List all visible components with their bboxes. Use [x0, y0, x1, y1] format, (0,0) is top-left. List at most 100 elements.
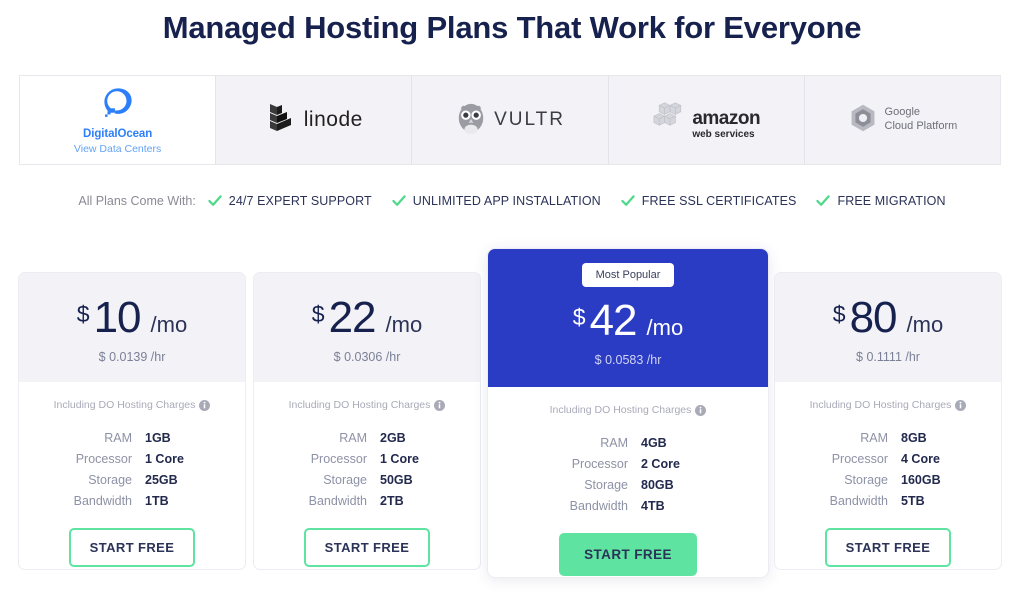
start-free-button[interactable]: START FREE [303, 528, 431, 567]
spec-row: RAM 2GB [298, 431, 436, 445]
card-body: Including DO Hosting Charges RAM 4GB Pro… [488, 387, 768, 576]
cta-wrapper: START FREE [254, 528, 480, 567]
spec-value: 2 Core [641, 457, 680, 471]
spec-row: Bandwidth 5TB [819, 494, 957, 508]
spec-row: Processor 4 Core [819, 452, 957, 466]
cta-wrapper: START FREE [19, 528, 245, 567]
spec-label: RAM [339, 431, 367, 445]
provider-tab-vultr[interactable]: VULTR [412, 76, 609, 164]
gcp-logo-row: Google Cloud Platform [848, 103, 958, 138]
card-body: Including DO Hosting Charges RAM 2GB Pro… [254, 382, 480, 567]
spec-label: RAM [600, 436, 628, 450]
spec-value: 8GB [901, 431, 927, 445]
spec-row: Processor 1 Core [63, 452, 201, 466]
cta-wrapper: START FREE [775, 528, 1001, 567]
spec-row: RAM 4GB [559, 436, 697, 450]
hourly-price: $ 0.1111 /hr [856, 350, 920, 364]
aws-cubes-logo-icon [652, 101, 688, 140]
price-period: /mo [385, 312, 423, 337]
spec-row: Storage 80GB [559, 478, 697, 492]
spec-row: Storage 25GB [63, 473, 201, 487]
aws-wordmark: amazon web services [692, 109, 760, 140]
pricing-card-featured[interactable]: Most Popular $ 42 /mo $ 0.0583 /hr Inclu… [487, 248, 769, 578]
spec-label: Processor [831, 452, 888, 466]
provider-tabs: DigitalOcean View Data Centers linode VU… [19, 75, 1001, 165]
spec-value: 1 Core [145, 452, 184, 466]
pricing-card[interactable]: $ 22 /mo $ 0.0306 /hr Including DO Hosti… [253, 272, 481, 570]
pricing-card[interactable]: $ 80 /mo $ 0.1111 /hr Including DO Hosti… [774, 272, 1002, 570]
gcp-wordmark: Google Cloud Platform [885, 106, 958, 134]
provider-tab-aws[interactable]: amazon web services [608, 76, 805, 164]
pricing-card[interactable]: $ 10 /mo $ 0.0139 /hr Including DO Hosti… [18, 272, 246, 570]
spec-label: Bandwidth [829, 494, 888, 508]
spec-value: 2TB [380, 494, 404, 508]
spec-label: Processor [571, 457, 628, 471]
start-free-button[interactable]: START FREE [559, 533, 697, 576]
provider-tab-gcp[interactable]: Google Cloud Platform [804, 76, 1001, 164]
spec-value: 160GB [901, 473, 941, 487]
currency-symbol: $ [572, 304, 586, 330]
including-note-text: Including DO Hosting Charges [809, 399, 952, 411]
features-bar-label: All Plans Come With: [78, 194, 196, 208]
price-amount: 42 [589, 296, 638, 345]
google-cloud-hexagon-logo-icon [848, 103, 878, 138]
specs-list: RAM 2GB Processor 1 Core Storage 50GB Ba… [298, 431, 436, 515]
spec-value: 50GB [380, 473, 413, 487]
provider-tab-linode[interactable]: linode [216, 76, 413, 164]
page-title: Managed Hosting Plans That Work for Ever… [162, 10, 862, 45]
price-amount: 10 [93, 293, 142, 342]
including-note: Including DO Hosting Charges [254, 399, 480, 411]
card-body: Including DO Hosting Charges RAM 1GB Pro… [19, 382, 245, 567]
aws-logo-row: amazon web services [652, 101, 761, 140]
price-amount: 80 [849, 293, 898, 342]
spec-label: Processor [310, 452, 367, 466]
price-period: /mo [906, 312, 944, 337]
spec-row: Bandwidth 1TB [63, 494, 201, 508]
currency-symbol: $ [311, 301, 325, 327]
vultr-owl-logo-icon [455, 101, 487, 140]
info-icon[interactable] [434, 399, 446, 411]
spec-label: Bandwidth [308, 494, 367, 508]
start-free-button[interactable]: START FREE [824, 528, 952, 567]
vultr-logo-row: VULTR [455, 101, 565, 140]
spec-label: Bandwidth [73, 494, 132, 508]
currency-symbol: $ [832, 301, 846, 327]
features-bar: All Plans Come With: 24/7 EXPERT SUPPORT… [0, 194, 1024, 208]
price-period: /mo [646, 315, 684, 340]
spec-value: 1GB [145, 431, 171, 445]
info-icon[interactable] [695, 404, 707, 416]
price-row: $ 10 /mo [19, 296, 245, 340]
spec-value: 1 Core [380, 452, 419, 466]
cta-wrapper: START FREE [488, 533, 768, 576]
spec-label: Storage [323, 473, 367, 487]
specs-list: RAM 1GB Processor 1 Core Storage 25GB Ba… [63, 431, 201, 515]
spec-row: Storage 50GB [298, 473, 436, 487]
feature-label: FREE SSL CERTIFICATES [641, 194, 797, 208]
spec-value: 1TB [145, 494, 169, 508]
provider-tab-digitalocean[interactable]: DigitalOcean View Data Centers [20, 76, 217, 164]
price-period: /mo [150, 312, 188, 337]
feature-label: 24/7 EXPERT SUPPORT [228, 194, 372, 208]
including-note: Including DO Hosting Charges [775, 399, 1001, 411]
feature-item: FREE MIGRATION [816, 194, 946, 208]
linode-logo-row: linode [265, 101, 363, 140]
info-icon[interactable] [199, 399, 211, 411]
including-note: Including DO Hosting Charges [488, 404, 768, 416]
specs-list: RAM 4GB Processor 2 Core Storage 80GB Ba… [559, 436, 697, 520]
provider-name-linode: linode [303, 108, 363, 131]
digitalocean-logo-icon [101, 85, 135, 124]
spec-value: 80GB [641, 478, 674, 492]
start-free-button[interactable]: START FREE [68, 528, 196, 567]
spec-row: Processor 1 Core [298, 452, 436, 466]
info-icon[interactable] [955, 399, 967, 411]
gcp-name-line2: Cloud Platform [884, 120, 958, 132]
feature-label: UNLIMITED APP INSTALLATION [412, 194, 601, 208]
view-data-centers-link[interactable]: View Data Centers [74, 143, 161, 155]
linode-logo-icon [265, 101, 297, 140]
spec-label: RAM [104, 431, 132, 445]
card-body: Including DO Hosting Charges RAM 8GB Pro… [775, 382, 1001, 567]
price-row: $ 42 /mo [488, 299, 768, 343]
card-header: $ 80 /mo $ 0.1111 /hr [775, 273, 1001, 382]
spec-label: Processor [75, 452, 132, 466]
spec-label: Storage [584, 478, 628, 492]
